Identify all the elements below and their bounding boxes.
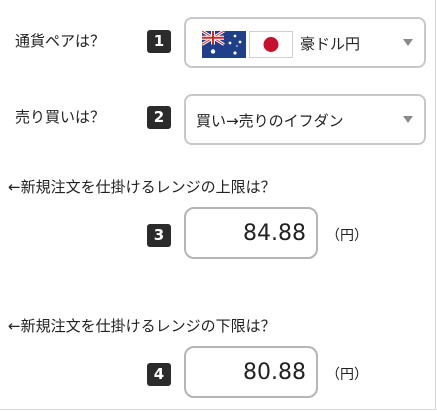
chevron-down-icon [403, 39, 413, 46]
form-panel: 通貨ペアは？ 1 豪ドル円 売り買いは？ 2 買い→売りのイフダン ←新規注文を… [0, 0, 436, 410]
buy-sell-label: 売り買いは？ [15, 108, 106, 126]
range-lower-input[interactable] [184, 346, 318, 398]
order-type-value: 買い→売りのイフダン [196, 112, 344, 130]
range-upper-label: ←新規注文を仕掛けるレンジの上限は？ [8, 178, 276, 196]
currency-pair-label: 通貨ペアは？ [15, 32, 106, 50]
range-upper-input[interactable] [184, 207, 318, 259]
currency-pair-select[interactable]: 豪ドル円 [184, 17, 426, 68]
chevron-down-icon [403, 116, 413, 123]
step-badge-3: 3 [147, 224, 171, 247]
range-lower-label: ←新規注文を仕掛けるレンジの下限は？ [8, 317, 276, 335]
australia-flag-icon [202, 31, 246, 58]
step-badge-2: 2 [147, 106, 171, 129]
step-badge-4: 4 [147, 363, 171, 386]
japan-flag-icon [249, 31, 293, 58]
order-type-select[interactable]: 買い→売りのイフダン [184, 94, 426, 145]
currency-pair-value: 豪ドル円 [300, 35, 361, 53]
yen-unit-label: （円） [326, 367, 368, 383]
yen-unit-label: （円） [326, 228, 368, 244]
step-badge-1: 1 [147, 30, 171, 53]
